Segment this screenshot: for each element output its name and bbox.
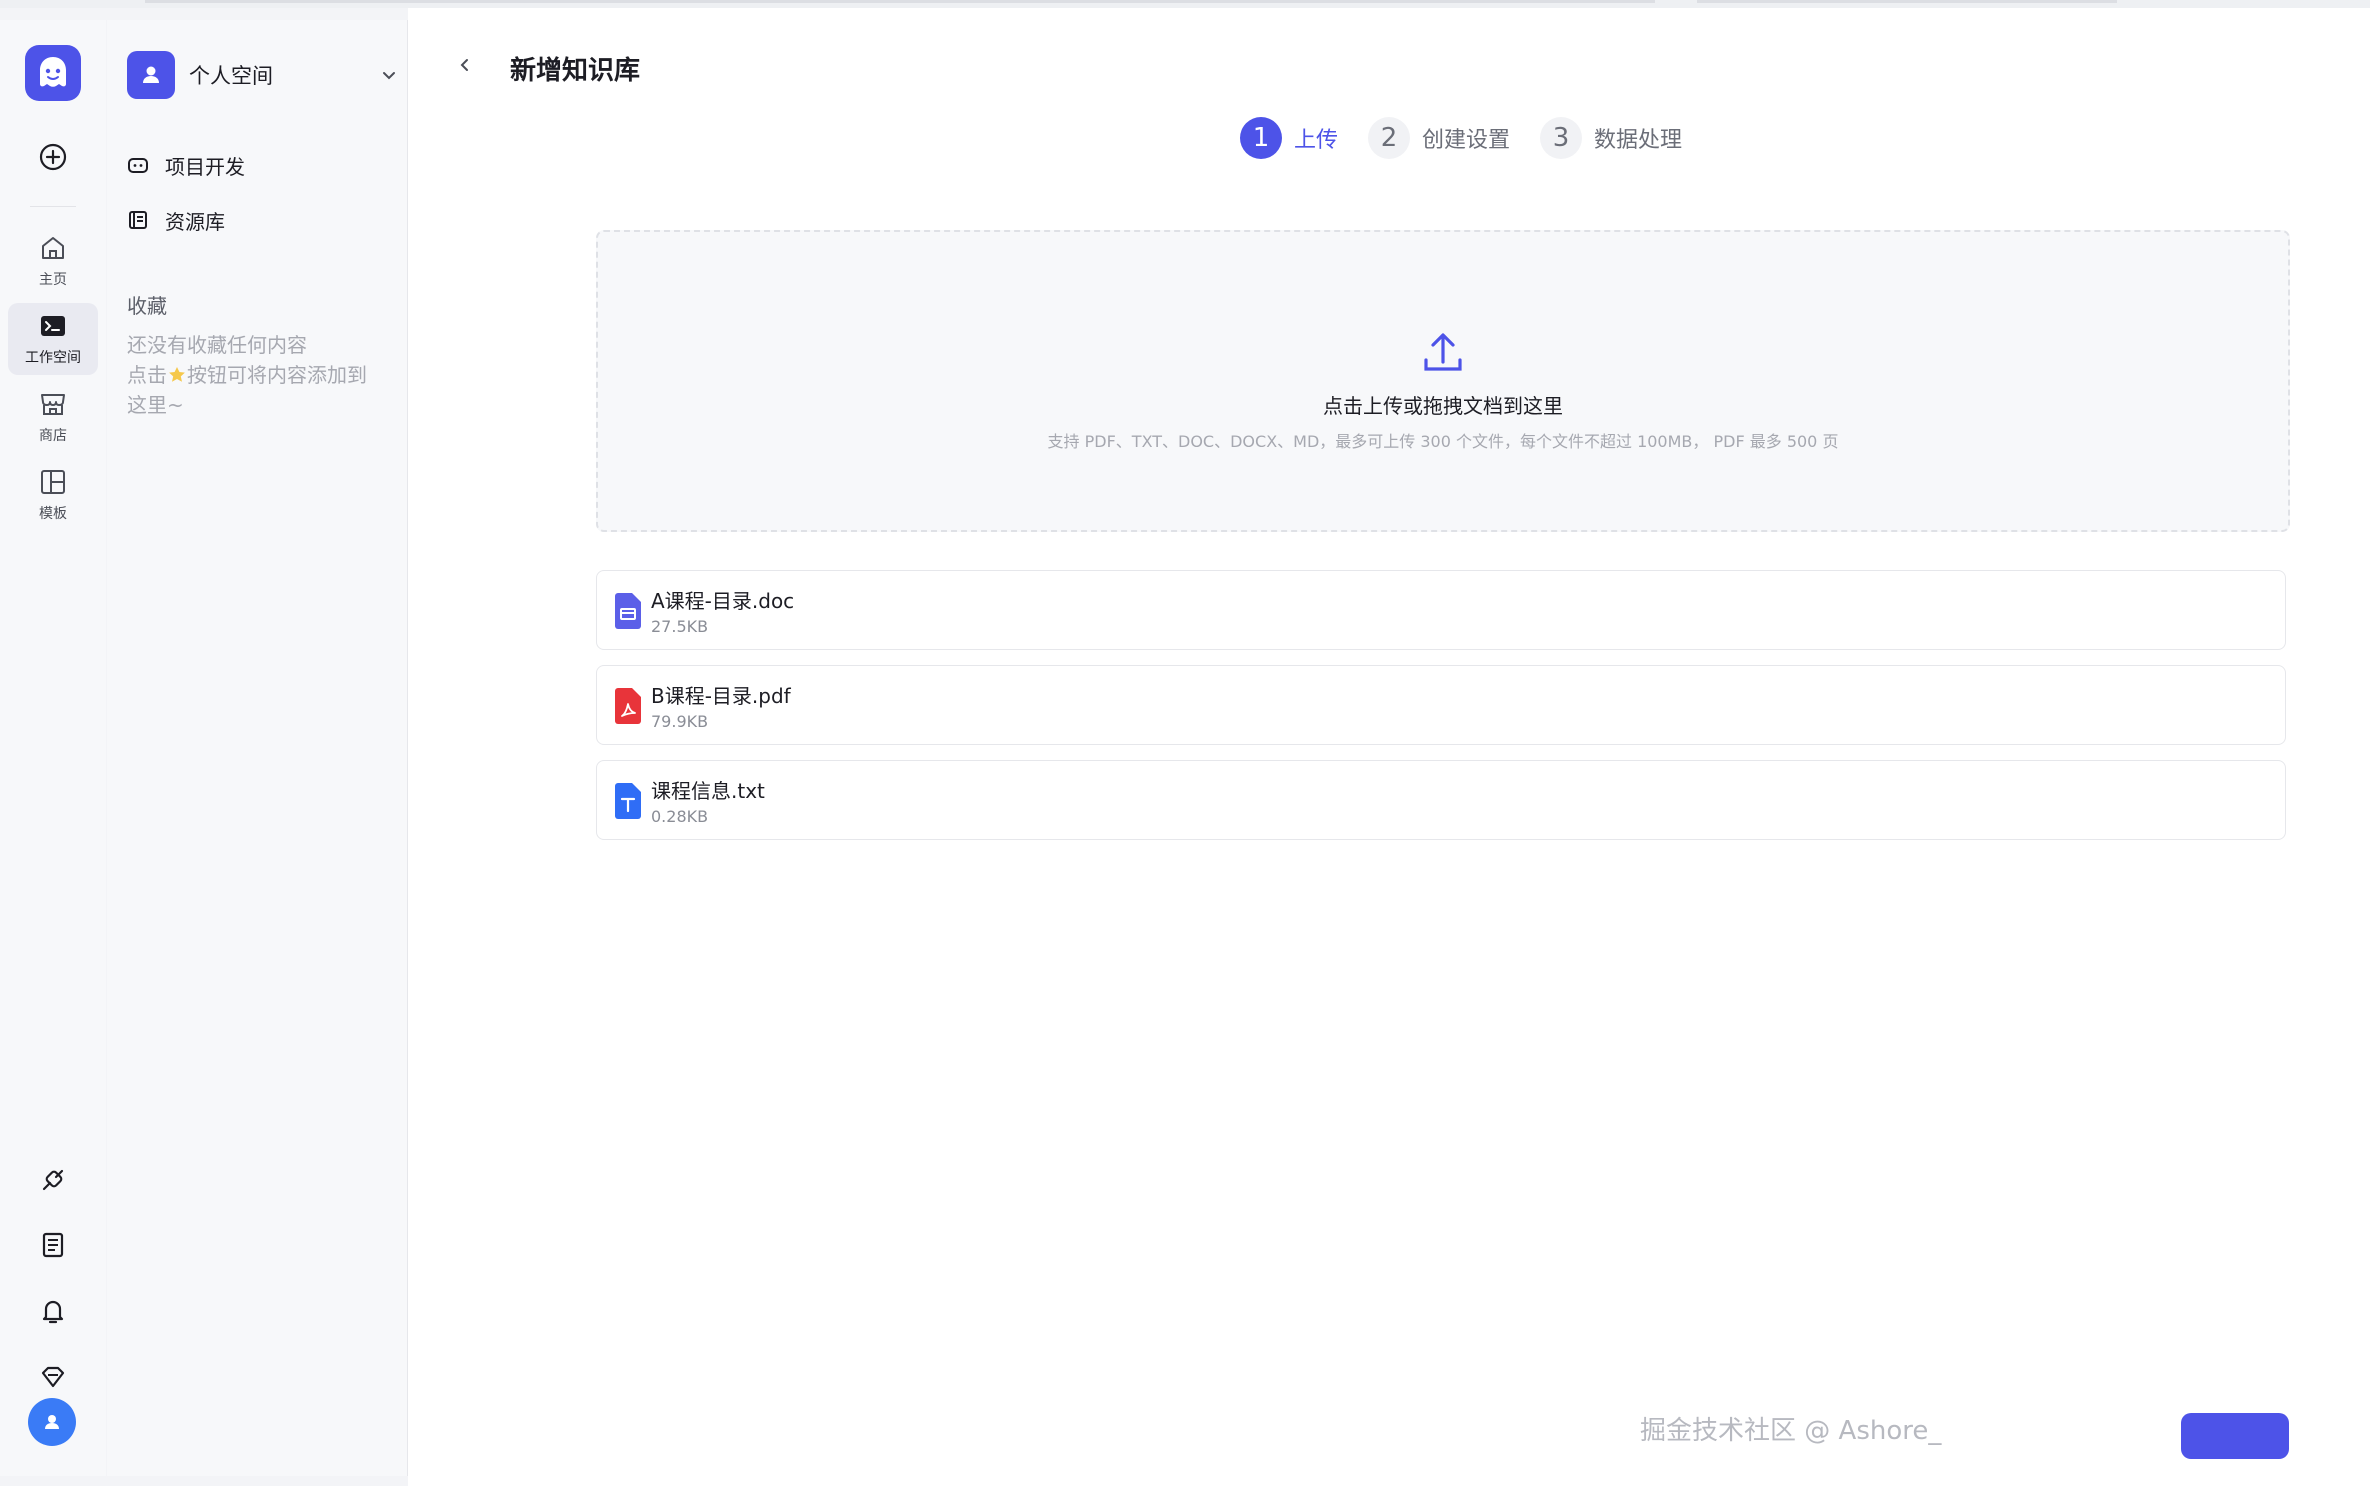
step-label: 创建设置: [1422, 128, 1511, 153]
doc-file-icon: [615, 593, 641, 629]
bot-icon: [127, 154, 149, 176]
favorites-empty-line: 点击 按钮可将内容添加到: [127, 360, 397, 390]
space-name: 个人空间: [189, 64, 273, 88]
file-size: 79.9KB: [651, 712, 709, 731]
nav-store[interactable]: 商店: [8, 381, 98, 453]
user-avatar[interactable]: [28, 1398, 76, 1446]
main-panel: 新增知识库 1 上传 2 创建设置 3 数据处理 点击上传或拖拽文档到这里 支持…: [408, 8, 2370, 1486]
chevron-down-icon: [383, 72, 395, 80]
pdf-file-icon: [615, 688, 641, 724]
top-tab-indicator: [1697, 0, 2117, 3]
sidebar-item-library[interactable]: 资源库: [127, 200, 225, 240]
favorites-empty-line: 还没有收藏任何内容: [127, 333, 307, 357]
top-strip: [0, 0, 2370, 8]
back-button[interactable]: [450, 50, 480, 80]
step-label: 数据处理: [1594, 128, 1683, 153]
step-number: 3: [1540, 117, 1583, 159]
docs-button[interactable]: [23, 1215, 83, 1275]
nav-home-label: 主页: [39, 272, 67, 288]
notifications-button[interactable]: [23, 1281, 83, 1341]
file-item[interactable]: B课程-目录.pdf 79.9KB: [596, 665, 2286, 745]
file-name: A课程-目录.doc: [651, 589, 795, 613]
file-size: 27.5KB: [651, 617, 709, 636]
icon-rail: 主页 工作空间 商店 模板: [0, 20, 106, 1476]
library-icon: [127, 209, 149, 231]
favorites-empty-text-part: 点击: [127, 363, 167, 387]
home-icon: [42, 237, 64, 259]
step-label: 上传: [1294, 128, 1339, 153]
app-logo[interactable]: [25, 45, 81, 101]
page-title: 新增知识库: [510, 56, 641, 86]
nav-workspace-label: 工作空间: [25, 350, 81, 366]
sidebar-item-label: 项目开发: [165, 154, 245, 179]
nav-templates[interactable]: 模板: [8, 459, 98, 531]
step-processing: 3 数据处理: [1540, 117, 1682, 159]
plus-circle-icon: [39, 143, 67, 171]
plugin-button[interactable]: [23, 1150, 83, 1210]
workspace-sidebar: 个人空间 项目开发 资源库 收藏 还没有收藏任何内容 点击 按钮可将内容添加到 这…: [107, 20, 408, 1476]
step-upload: 1 上传: [1240, 117, 1338, 159]
store-icon: [41, 394, 65, 415]
chevron-left-icon: [460, 59, 468, 71]
sidebar-item-projects[interactable]: 项目开发: [127, 145, 245, 185]
create-button[interactable]: [23, 127, 83, 187]
dropzone-hint: 支持 PDF、TXT、DOC、DOCX、MD，最多可上传 300 个文件，每个文…: [1047, 432, 1839, 451]
step-number: 1: [1240, 117, 1282, 159]
user-icon: [45, 1415, 59, 1429]
bell-icon: [42, 1300, 64, 1324]
favorites-title: 收藏: [127, 294, 167, 318]
file-item[interactable]: 课程信息.txt 0.28KB: [596, 760, 2286, 840]
upload-icon: [1415, 324, 1471, 380]
sidebar-item-label: 资源库: [165, 209, 225, 234]
nav-workspace[interactable]: 工作空间: [8, 303, 98, 375]
floating-action-button[interactable]: [2181, 1413, 2289, 1459]
rail-divider: [30, 206, 76, 207]
favorites-empty-line: 这里~: [127, 393, 184, 417]
top-tab-indicator: [145, 0, 1655, 3]
file-name: 课程信息.txt: [651, 779, 765, 803]
star-icon: [169, 367, 185, 382]
dropzone-title: 点击上传或拖拽文档到这里: [1323, 394, 1563, 418]
txt-file-icon: [615, 783, 641, 819]
nav-home[interactable]: 主页: [8, 225, 98, 297]
stepper: 1 上传 2 创建设置 3 数据处理: [1240, 114, 1712, 162]
watermark: 掘金技术社区 @ Ashore_: [1640, 1416, 1942, 1446]
upload-dropzone[interactable]: 点击上传或拖拽文档到这里 支持 PDF、TXT、DOC、DOCX、MD，最多可上…: [596, 230, 2290, 532]
space-selector[interactable]: 个人空间: [127, 50, 397, 100]
file-size: 0.28KB: [651, 807, 709, 826]
layout-icon: [41, 470, 65, 494]
favorites-empty-text: 还没有收藏任何内容 点击 按钮可将内容添加到 这里~: [127, 330, 397, 420]
terminal-icon: [41, 316, 65, 336]
plug-icon: [42, 1169, 64, 1191]
file-name: B课程-目录.pdf: [651, 684, 791, 708]
nav-store-label: 商店: [39, 428, 67, 444]
user-icon: [143, 66, 159, 83]
nav-templates-label: 模板: [39, 506, 67, 522]
file-item[interactable]: A课程-目录.doc 27.5KB: [596, 570, 2286, 650]
space-avatar: [127, 51, 175, 99]
ghost-logo-icon: [40, 57, 66, 87]
step-number: 2: [1368, 117, 1411, 159]
document-icon: [42, 1232, 64, 1258]
favorites-empty-text-part: 按钮可将内容添加到: [187, 363, 367, 387]
diamond-icon: [41, 1366, 65, 1388]
step-settings: 2 创建设置: [1368, 117, 1510, 159]
